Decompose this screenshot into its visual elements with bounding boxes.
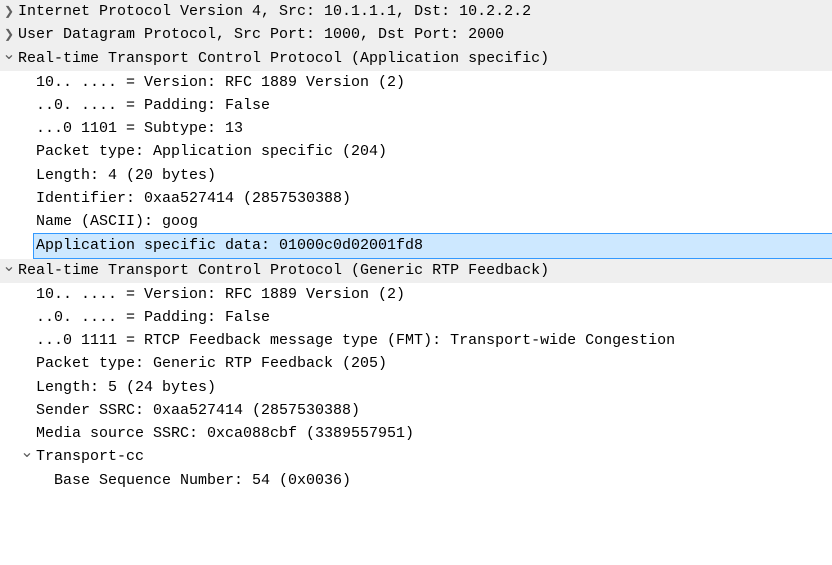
field-app-specific-data[interactable]: Application specific data: 01000c0d02001… (0, 233, 832, 258)
field-padding[interactable]: ..0. .... = Padding: False (0, 94, 832, 117)
field-name-ascii[interactable]: Name (ASCII): goog (0, 210, 832, 233)
field-text: Name (ASCII): goog (36, 210, 198, 233)
field-text: Sender SSRC: 0xaa527414 (2857530388) (36, 399, 360, 422)
field-length[interactable]: Length: 5 (24 bytes) (0, 376, 832, 399)
field-text: Real-time Transport Control Protocol (Ap… (18, 47, 549, 70)
tree-row-ipv4[interactable]: Internet Protocol Version 4, Src: 10.1.1… (0, 0, 832, 23)
field-text: Internet Protocol Version 4, Src: 10.1.1… (18, 0, 531, 23)
field-text: Base Sequence Number: 54 (0x0036) (54, 469, 351, 492)
field-text: User Datagram Protocol, Src Port: 1000, … (18, 23, 504, 46)
field-text: ...0 1111 = RTCP Feedback message type (… (36, 329, 675, 352)
tree-row-rtcp-feedback[interactable]: Real-time Transport Control Protocol (Ge… (0, 259, 832, 283)
field-padding[interactable]: ..0. .... = Padding: False (0, 306, 832, 329)
field-base-seq-number[interactable]: Base Sequence Number: 54 (0x0036) (0, 469, 832, 492)
field-text: 10.. .... = Version: RFC 1889 Version (2… (36, 71, 405, 94)
field-text: Packet type: Application specific (204) (36, 140, 387, 163)
field-version[interactable]: 10.. .... = Version: RFC 1889 Version (2… (0, 283, 832, 306)
selection-highlight (425, 233, 832, 258)
chevron-down-icon[interactable] (0, 259, 18, 283)
field-text: Length: 5 (24 bytes) (36, 376, 216, 399)
chevron-down-icon[interactable] (0, 47, 18, 71)
tree-row-rtcp-app[interactable]: Real-time Transport Control Protocol (Ap… (0, 47, 832, 71)
field-text: Transport-cc (36, 445, 144, 468)
chevron-right-icon[interactable] (0, 23, 18, 46)
tree-row-udp[interactable]: User Datagram Protocol, Src Port: 1000, … (0, 23, 832, 46)
tree-row-transport-cc[interactable]: Transport-cc (0, 445, 832, 468)
field-text: ..0. .... = Padding: False (36, 94, 270, 117)
chevron-down-icon[interactable] (18, 441, 36, 464)
field-packet-type[interactable]: Packet type: Application specific (204) (0, 140, 832, 163)
field-text: Packet type: Generic RTP Feedback (205) (36, 352, 387, 375)
field-length[interactable]: Length: 4 (20 bytes) (0, 164, 832, 187)
field-text: ...0 1101 = Subtype: 13 (36, 117, 243, 140)
field-sender-ssrc[interactable]: Sender SSRC: 0xaa527414 (2857530388) (0, 399, 832, 422)
field-subtype[interactable]: ...0 1101 = Subtype: 13 (0, 117, 832, 140)
field-text: ..0. .... = Padding: False (36, 306, 270, 329)
field-text: Identifier: 0xaa527414 (2857530388) (36, 187, 351, 210)
field-text: Real-time Transport Control Protocol (Ge… (18, 259, 549, 282)
selected-field-text: Application specific data: 01000c0d02001… (33, 233, 426, 258)
field-text: 10.. .... = Version: RFC 1889 Version (2… (36, 283, 405, 306)
field-version[interactable]: 10.. .... = Version: RFC 1889 Version (2… (0, 71, 832, 94)
field-media-ssrc[interactable]: Media source SSRC: 0xca088cbf (338955795… (0, 422, 832, 445)
field-text: Media source SSRC: 0xca088cbf (338955795… (36, 422, 414, 445)
field-text: Length: 4 (20 bytes) (36, 164, 216, 187)
field-fmt[interactable]: ...0 1111 = RTCP Feedback message type (… (0, 329, 832, 352)
chevron-right-icon[interactable] (0, 0, 18, 23)
field-packet-type[interactable]: Packet type: Generic RTP Feedback (205) (0, 352, 832, 375)
field-identifier[interactable]: Identifier: 0xaa527414 (2857530388) (0, 187, 832, 210)
